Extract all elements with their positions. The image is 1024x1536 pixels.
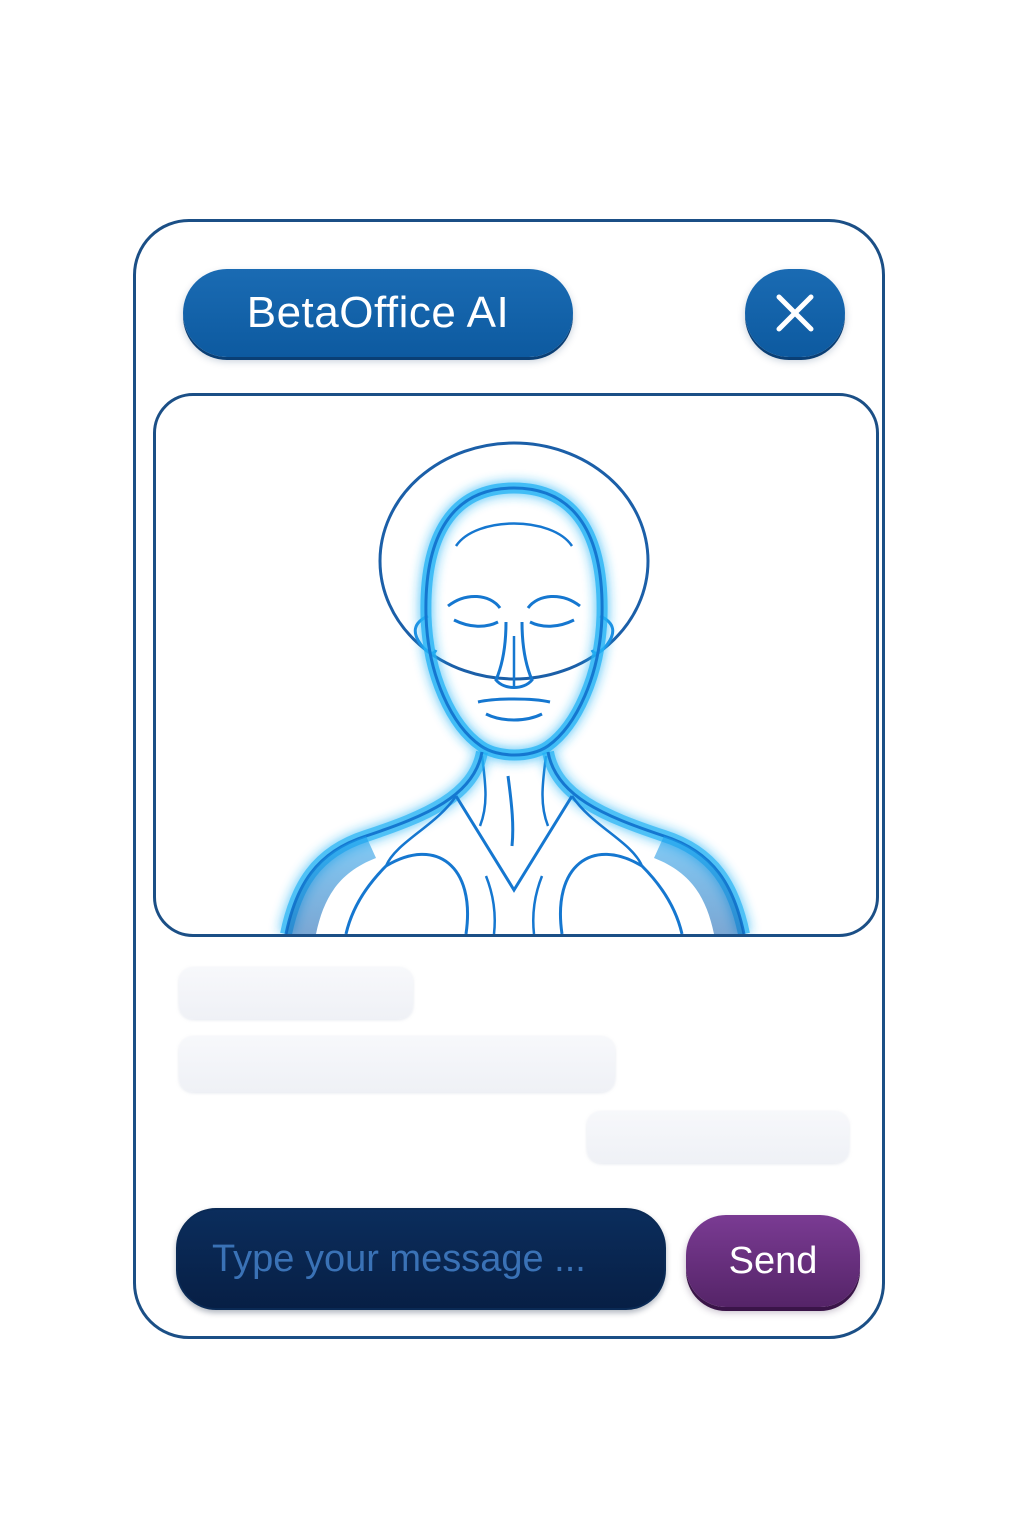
- message-skeleton: [179, 1036, 615, 1092]
- message-skeleton: [587, 1111, 849, 1163]
- send-button[interactable]: Send: [686, 1215, 860, 1307]
- message-skeleton: [179, 967, 413, 1019]
- ai-avatar-icon: [280, 441, 750, 934]
- message-input[interactable]: Type your message ...: [176, 1208, 666, 1310]
- close-icon: [776, 294, 814, 332]
- close-button[interactable]: [745, 269, 845, 357]
- app-title: BetaOffice AI: [183, 269, 573, 357]
- chat-window: BetaOffice AI Type your message ... Send: [133, 219, 885, 1339]
- avatar-panel: [153, 393, 879, 937]
